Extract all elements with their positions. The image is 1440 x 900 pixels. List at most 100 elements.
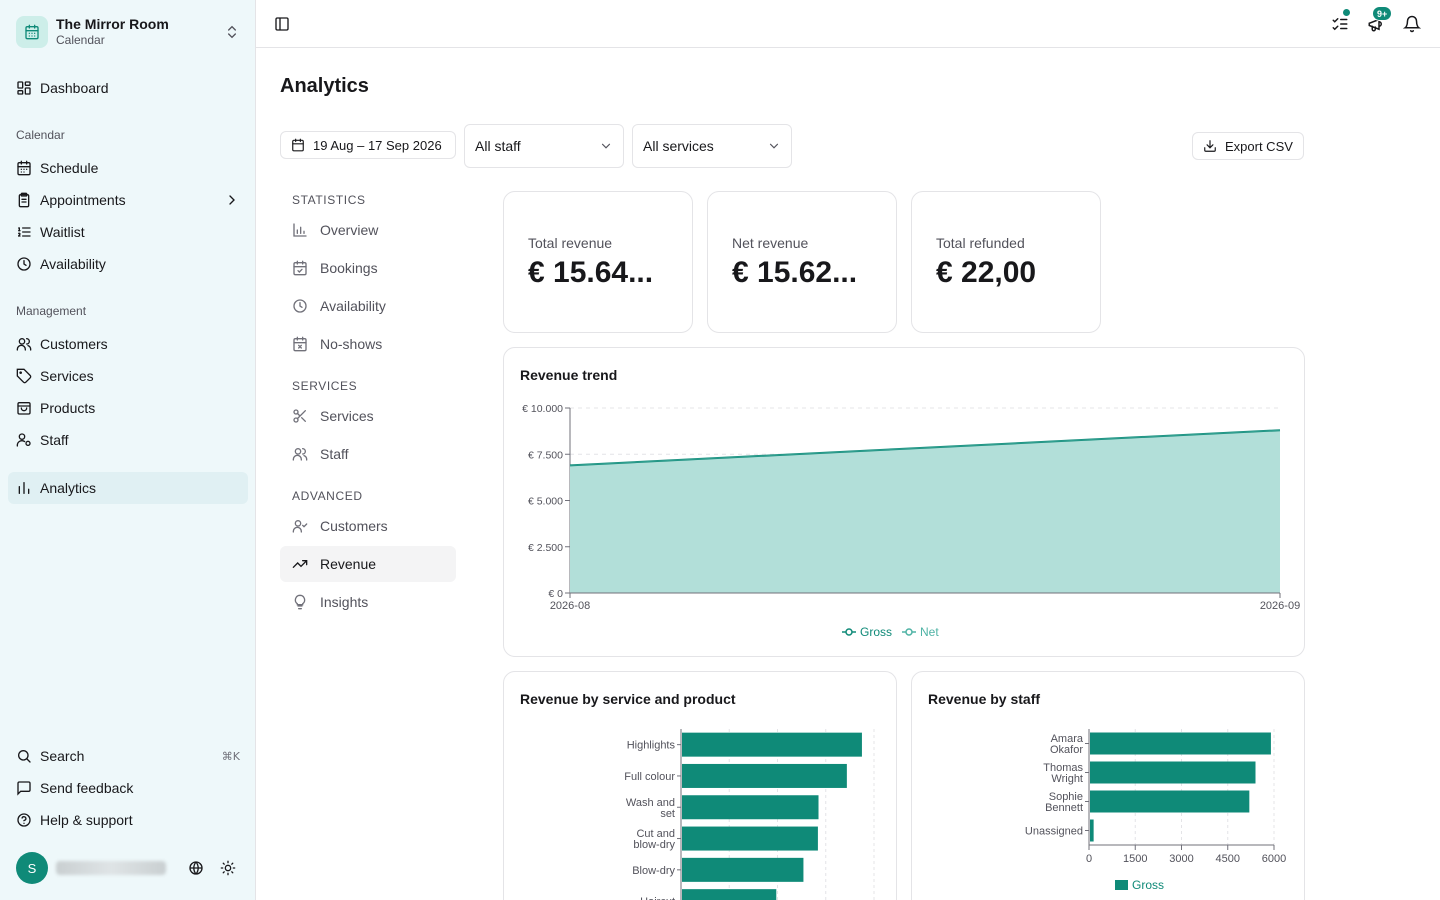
page-title: Analytics [280, 75, 369, 97]
sun-icon[interactable] [216, 856, 240, 880]
revenue-trend-card: Revenue trend € 0 € 2.500 € 5.000 € 7.500 € … [503, 347, 1305, 657]
stat-card-net-revenue: Net revenue € 15.62... [707, 191, 897, 333]
revenue-by-service-chart: HighlightsFull colourWash andsetCut andb… [624, 729, 875, 900]
bar [1090, 732, 1271, 755]
subnav-item-no-shows[interactable]: No-shows [280, 326, 456, 362]
globe-icon[interactable] [184, 856, 208, 880]
stat-value: € 15.62... [732, 256, 858, 289]
subnav-item-availability[interactable]: Availability [280, 288, 456, 324]
revenue-by-service-card: Revenue by service and product Highlight… [503, 671, 897, 900]
sidebar-item-label: Help & support [40, 812, 133, 828]
subnav-item-overview[interactable]: Overview [280, 212, 456, 248]
x-tick-label: 3000 [1169, 853, 1193, 865]
bar [1090, 819, 1094, 842]
y-tick-label: € 0 [548, 588, 563, 600]
revenue-by-staff-chart: AmaraOkaforThomasWrightSophieBennettUnas… [1025, 729, 1286, 892]
y-tick-label: € 5.000 [528, 496, 563, 508]
message-square-icon [17, 781, 31, 796]
services-select[interactable]: All services [632, 124, 792, 168]
staff-select[interactable]: All staff [464, 124, 624, 168]
calendar-x-icon [293, 336, 307, 352]
subnav-item-customers[interactable]: Customers [280, 508, 456, 544]
sidebar-item-search[interactable]: Search ⌘K [8, 740, 248, 772]
x-tick-label: 2026-09 [1260, 600, 1300, 612]
bar-chart-icon [293, 223, 307, 237]
x-tick-label: 4500 [1216, 853, 1240, 865]
category-label: Unassigned [1025, 826, 1083, 838]
chevron-down-icon [769, 143, 779, 149]
notification-badge: 9+ [1372, 6, 1393, 21]
subnav-item-staff[interactable]: Staff [280, 436, 456, 472]
subnav-item-revenue[interactable]: Revenue [280, 546, 456, 582]
users-icon [292, 448, 308, 461]
announcements-button[interactable]: 9+ [1364, 6, 1393, 36]
category-label: Wright [1051, 773, 1083, 785]
sidebar-item-dashboard[interactable]: Dashboard [8, 72, 248, 104]
scissors-icon [293, 409, 306, 423]
subnav-item-bookings[interactable]: Bookings [280, 250, 456, 286]
users-icon [16, 338, 32, 351]
lightbulb-icon [294, 594, 306, 610]
sidebar-item-availability[interactable]: Availability [8, 248, 248, 280]
panel-left-icon [275, 17, 289, 31]
sidebar-item-waitlist[interactable]: Waitlist [8, 216, 248, 248]
sidebar-item-label: Search [40, 748, 85, 764]
subnav-group-services: SERVICES [292, 379, 358, 393]
sidebar-item-help[interactable]: Help & support [8, 804, 248, 836]
sidebar-toggle-button[interactable] [270, 12, 294, 36]
sidebar-item-schedule[interactable]: Schedule [8, 152, 248, 184]
bar [1090, 790, 1250, 813]
legend-marker [905, 628, 913, 636]
search-icon [18, 750, 31, 763]
sidebar-item-analytics[interactable]: Analytics [8, 472, 248, 504]
stat-label: Net revenue [732, 235, 809, 251]
sidebar: The Mirror Room Calendar Dashboard Calen… [0, 0, 256, 900]
revenue-by-staff-card: Revenue by staff Amara Okafor Thomas Wright… [911, 671, 1305, 900]
x-tick-label: 2026-08 [550, 600, 590, 612]
bell-icon [1403, 15, 1421, 33]
sidebar-item-feedback[interactable]: Send feedback [8, 772, 248, 804]
bar-chart-icon [18, 482, 30, 494]
notifications-button[interactable] [1400, 12, 1424, 36]
subnav-item-label: Bookings [320, 260, 378, 276]
help-circle-icon [17, 813, 31, 827]
subnav-item-insights[interactable]: Insights [280, 584, 456, 620]
sidebar-item-label: Availability [40, 256, 106, 272]
calendar-icon [17, 160, 31, 176]
subnav-item-label: Insights [320, 594, 369, 610]
revenue-trend-chart: € 0 € 2.500 € 5.000 € 7.500 € 10.000 2026-08 2… [522, 403, 1300, 639]
list-ordered-icon [17, 227, 31, 237]
subnav-item-label: Availability [320, 298, 386, 314]
y-tick-label: € 2.500 [528, 542, 563, 554]
x-tick-label: 1500 [1123, 853, 1147, 865]
user-menu[interactable]: S [8, 852, 248, 884]
sidebar-item-label: Products [40, 400, 96, 416]
bar [1090, 761, 1256, 784]
sidebar-item-products[interactable]: Products [8, 392, 248, 424]
sidebar-group-calendar: Calendar [16, 128, 65, 142]
date-range-picker[interactable]: 19 Aug – 17 Sep 2026 [280, 131, 456, 159]
status-dot [1342, 8, 1351, 17]
sidebar-item-label: Dashboard [40, 80, 109, 96]
subnav-item-services[interactable]: Services [280, 398, 456, 434]
bar [682, 732, 862, 757]
calendar-icon [292, 138, 304, 152]
sidebar-item-appointments[interactable]: Appointments [8, 184, 248, 216]
sidebar-item-services[interactable]: Services [8, 360, 248, 392]
sidebar-item-label: Staff [40, 432, 69, 448]
calendar-logo-icon [16, 16, 48, 48]
subnav-item-label: Overview [320, 222, 379, 238]
sidebar-item-customers[interactable]: Customers [8, 328, 248, 360]
sidebar-item-staff[interactable]: Staff [8, 424, 248, 456]
trending-up-icon [292, 560, 308, 568]
subnav-item-label: Revenue [320, 556, 377, 572]
legend-label: Gross [860, 625, 892, 639]
chevron-down-icon [601, 143, 611, 149]
sidebar-item-label: Waitlist [40, 224, 85, 240]
workspace-switcher[interactable]: The Mirror Room Calendar [8, 8, 248, 56]
legend-marker [845, 628, 853, 636]
export-csv-button[interactable]: Export CSV [1192, 132, 1304, 160]
tasks-button[interactable] [1328, 8, 1352, 36]
sidebar-item-label: Customers [40, 336, 108, 352]
clipboard-list-icon [18, 192, 30, 208]
